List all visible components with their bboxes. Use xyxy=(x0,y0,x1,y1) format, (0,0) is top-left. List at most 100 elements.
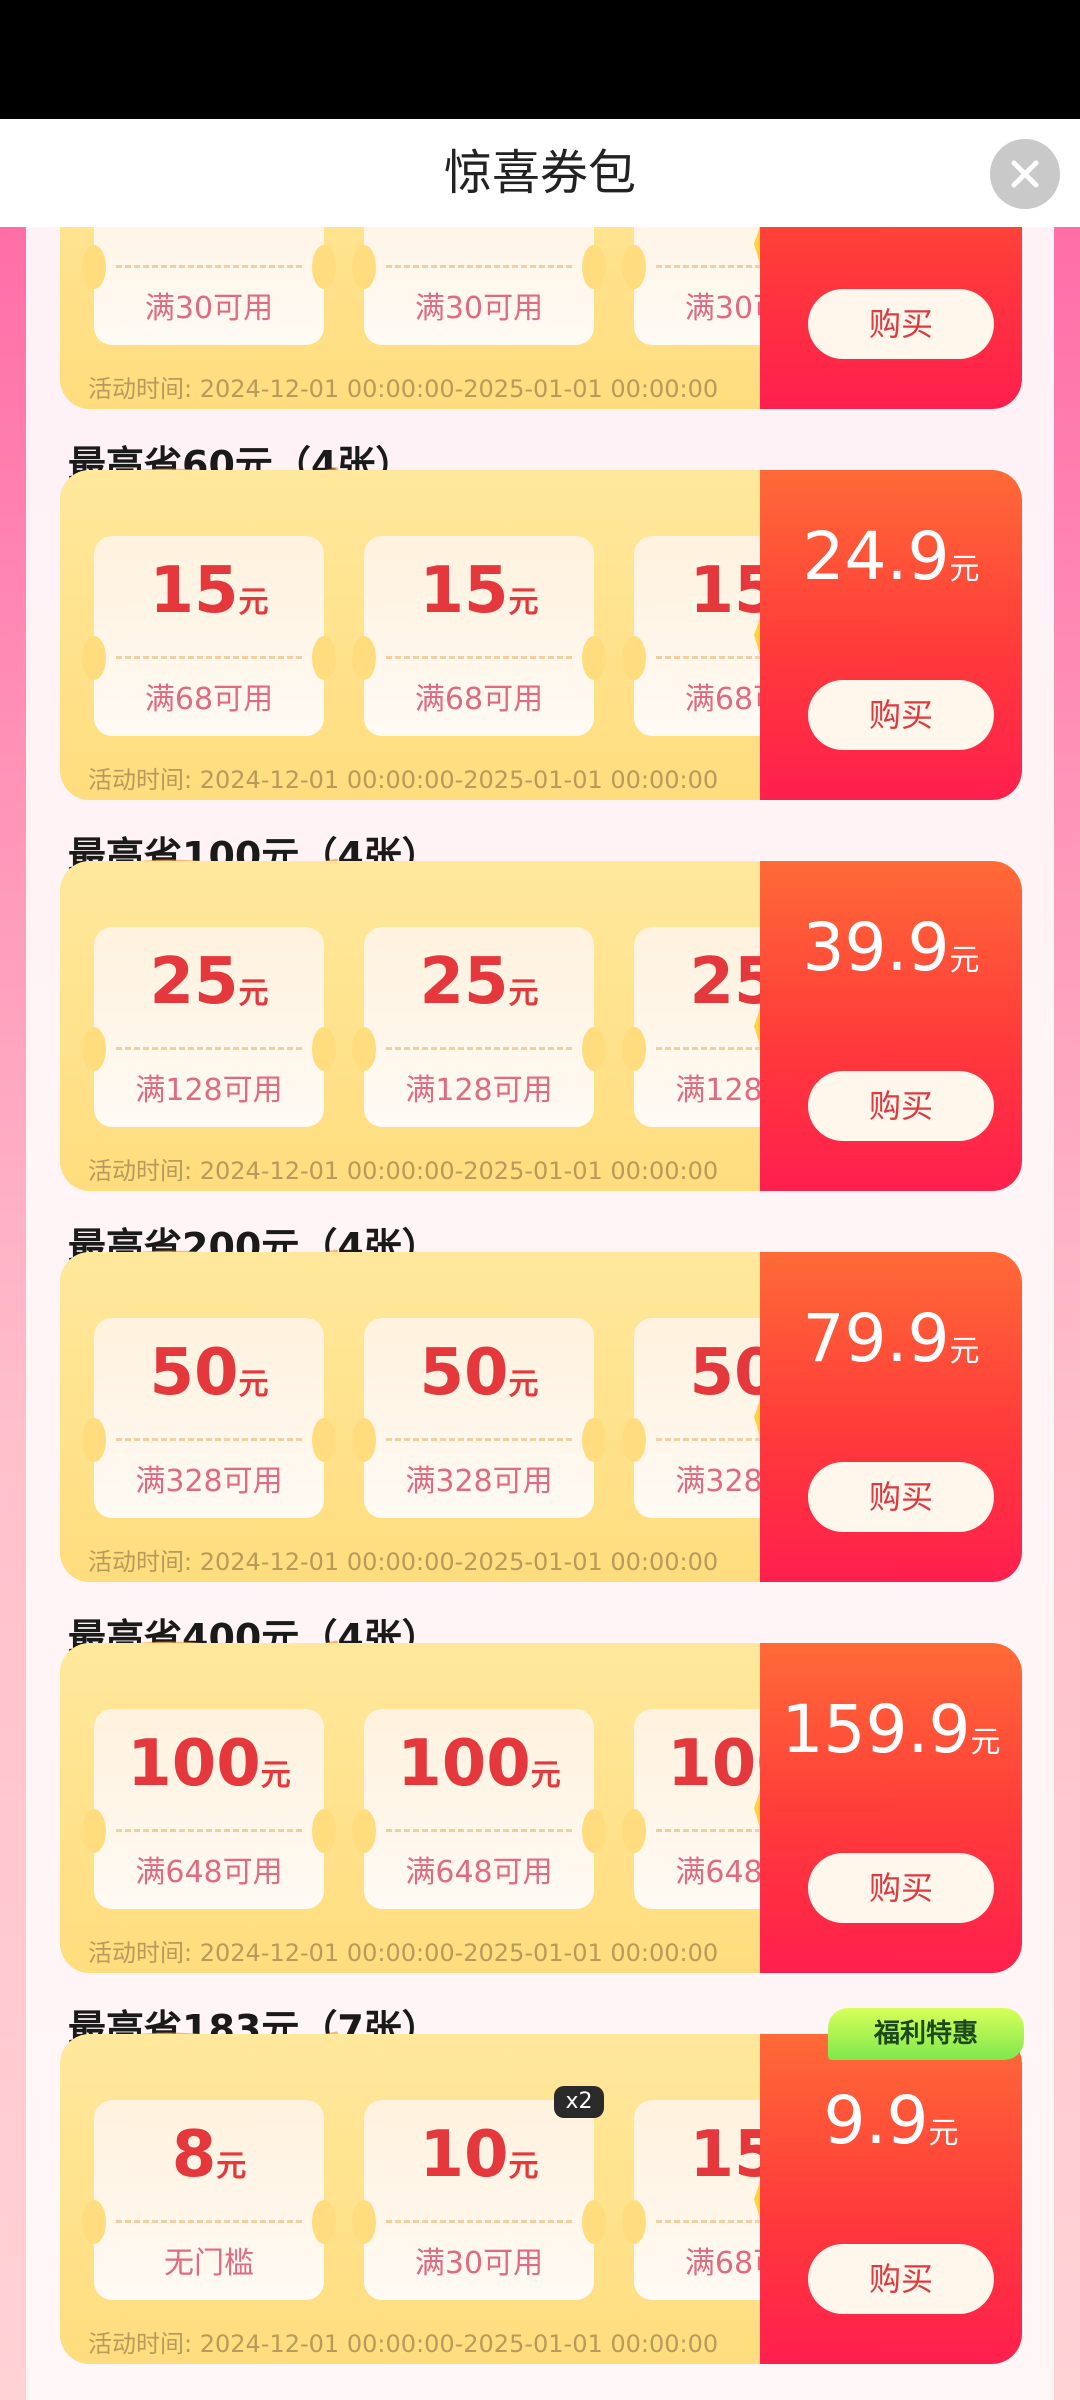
coupon-amount-unit: 元 xyxy=(238,585,269,620)
coupon-ticket: 25元满128可用 xyxy=(82,927,336,1127)
coupon-package-card: 8元无门槛10元满30可用x215元满68可用活动时间: 2024-12-01 … xyxy=(60,2034,1022,2364)
coupon-package-card: 10元满30可用10元满30可用10元满30可用活动时间: 2024-12-01… xyxy=(60,227,1022,409)
buy-button[interactable]: 购买 xyxy=(808,680,994,750)
coupon-amount-value: 100 xyxy=(127,1727,261,1801)
package-price-unit: 元 xyxy=(949,552,980,587)
coupon-amount-unit: 元 xyxy=(508,976,539,1011)
coupon-amount-value: 25 xyxy=(419,945,509,1019)
coupon-ticket: 15元满68可用 xyxy=(82,536,336,736)
ticket-divider xyxy=(116,265,302,268)
ticket-divider xyxy=(386,1438,572,1441)
package-price-value: 39.9 xyxy=(802,909,950,986)
activity-time: 活动时间: 2024-12-01 00:00:00-2025-01-01 00:… xyxy=(88,375,719,403)
price-block: 79.9元购买 xyxy=(760,1252,1022,1582)
coupon-package-card: 25元满128可用25元满128可用25元满128可用活动时间: 2024-12… xyxy=(60,861,1022,1191)
ticket-divider xyxy=(386,2220,572,2223)
coupon-amount: 10元 xyxy=(94,227,324,237)
activity-time: 活动时间: 2024-12-01 00:00:00-2025-01-01 00:… xyxy=(88,2330,719,2358)
coupon-amount: 25元 xyxy=(94,945,324,1019)
coupon-amount-value: 10 xyxy=(419,227,508,237)
ticket-divider xyxy=(386,656,572,659)
buy-button[interactable]: 购买 xyxy=(808,1853,994,1923)
coupon-amount-unit: 元 xyxy=(260,1758,291,1793)
buy-button[interactable]: 购买 xyxy=(808,1071,994,1141)
price-block: 159.9元购买 xyxy=(760,1643,1022,1973)
activity-time: 活动时间: 2024-12-01 00:00:00-2025-01-01 00:… xyxy=(88,1548,719,1576)
close-button[interactable] xyxy=(990,139,1060,209)
ticket-divider xyxy=(386,1829,572,1832)
coupon-ticket: 25元满128可用 xyxy=(352,927,606,1127)
package-price: 24.9元 xyxy=(760,518,1022,595)
package-price: 79.9元 xyxy=(760,1300,1022,1377)
coupon-amount-value: 10 xyxy=(419,2118,509,2192)
buy-button[interactable]: 购买 xyxy=(808,1462,994,1532)
ticket-divider xyxy=(116,1047,302,1050)
coupon-amount-value: 8 xyxy=(171,2118,217,2192)
package-price-unit: 元 xyxy=(928,2116,959,2151)
coupon-amount-unit: 元 xyxy=(216,2149,247,2184)
coupon-condition: 满30可用 xyxy=(144,291,274,326)
coupon-amount-unit: 元 xyxy=(508,1367,539,1402)
coupon-condition: 满648可用 xyxy=(135,1855,283,1890)
coupon-condition: 满30可用 xyxy=(414,291,544,326)
header: 惊喜券包 xyxy=(0,119,1080,227)
coupon-ticket: 100元满648可用 xyxy=(82,1709,336,1909)
coupon-amount-value: 25 xyxy=(149,945,239,1019)
coupon-ticket: 50元满328可用 xyxy=(352,1318,606,1518)
ticket-divider xyxy=(116,656,302,659)
coupon-condition: 满328可用 xyxy=(405,1464,553,1499)
coupon-ticket: 50元满328可用 xyxy=(82,1318,336,1518)
ticket-divider xyxy=(116,2220,302,2223)
coupon-condition: 满30可用 xyxy=(414,2246,544,2281)
coupon-amount: 8元 xyxy=(94,2118,324,2192)
buy-button[interactable]: 购买 xyxy=(808,289,994,359)
coupon-amount-value: 15 xyxy=(419,554,509,628)
package-price-value: 79.9 xyxy=(802,1300,950,1377)
coupon-ticket: 10元满30可用 xyxy=(352,227,606,345)
coupon-amount-unit: 元 xyxy=(508,585,539,620)
coupon-amount: 50元 xyxy=(364,1336,594,1410)
price-block: 39.9元 购买 xyxy=(760,861,1022,1191)
coupon-amount: 15元 xyxy=(364,554,594,628)
quantity-badge: x2 xyxy=(554,2086,604,2118)
coupon-amount-unit: 元 xyxy=(508,2149,539,2184)
coupon-package-card: 100元满648可用100元满648可用100元满648可用活动时间: 2024… xyxy=(60,1643,1022,1973)
coupon-ticket: 10元满30可用 xyxy=(82,227,336,345)
activity-time: 活动时间: 2024-12-01 00:00:00-2025-01-01 00:… xyxy=(88,1939,719,1967)
price-block: 15.9元购买 xyxy=(760,227,1022,409)
package-price-value: 159.9 xyxy=(781,1691,971,1768)
coupon-amount-value: 50 xyxy=(419,1336,509,1410)
coupon-ticket: 10元满30可用 xyxy=(352,2100,606,2300)
package-price: 159.9元 xyxy=(760,1691,1022,1768)
coupon-package-card: 15元满68可用15元满68可用15元满68可用活动时间: 2024-12-01… xyxy=(60,470,1022,800)
package-price-value: 9.9 xyxy=(823,2082,929,2159)
coupon-amount-value: 10 xyxy=(149,227,238,237)
coupon-amount: 50元 xyxy=(94,1336,324,1410)
promo-tag: 福利特惠 xyxy=(828,2008,1024,2060)
buy-button[interactable]: 购买 xyxy=(808,2244,994,2314)
status-bar xyxy=(0,0,1080,119)
package-price-unit: 元 xyxy=(970,1725,1001,1760)
coupon-condition: 满128可用 xyxy=(405,1073,553,1108)
coupon-amount: 10元 xyxy=(364,227,594,237)
coupon-amount-unit: 元 xyxy=(530,1758,561,1793)
close-icon xyxy=(1011,160,1039,188)
ticket-divider xyxy=(116,1829,302,1832)
package-price-value: 24.9 xyxy=(802,518,950,595)
coupon-ticket: 15元满68可用 xyxy=(352,536,606,736)
coupon-amount-unit: 元 xyxy=(509,227,539,229)
page-title: 惊喜券包 xyxy=(443,145,636,201)
coupon-condition: 满128可用 xyxy=(135,1073,283,1108)
coupon-condition: 无门槛 xyxy=(164,2246,254,2281)
coupon-package-list[interactable]: 10元满30可用10元满30可用10元满30可用活动时间: 2024-12-01… xyxy=(26,227,1054,2400)
coupon-amount-unit: 元 xyxy=(238,1367,269,1402)
coupon-amount: 10元 xyxy=(364,2118,594,2192)
coupon-package-card: 50元满328可用50元满328可用50元满328可用活动时间: 2024-12… xyxy=(60,1252,1022,1582)
coupon-amount: 100元 xyxy=(94,1727,324,1801)
coupon-amount-value: 100 xyxy=(397,1727,531,1801)
coupon-condition: 满328可用 xyxy=(135,1464,283,1499)
coupon-amount-value: 15 xyxy=(149,554,239,628)
package-price: 9.9元 xyxy=(760,2082,1022,2159)
coupon-amount-unit: 元 xyxy=(238,976,269,1011)
coupon-amount: 25元 xyxy=(364,945,594,1019)
